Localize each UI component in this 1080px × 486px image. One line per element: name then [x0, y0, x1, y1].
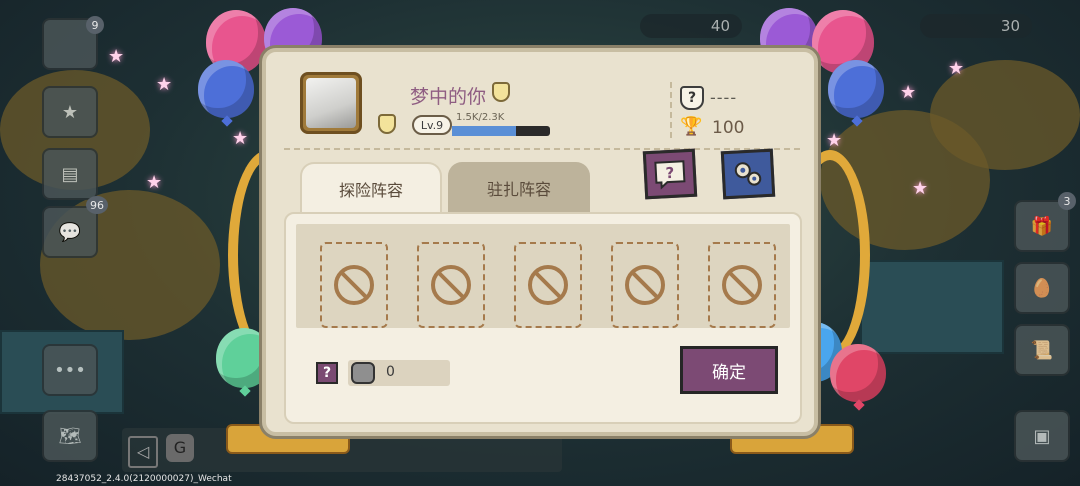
gears-icon — [734, 162, 762, 186]
balloon-red — [830, 344, 886, 402]
book-icon: ▤ — [61, 163, 79, 185]
avatar-badge-count: 9 — [91, 18, 99, 32]
chat-button[interactable]: 💬 — [42, 206, 98, 258]
lineup-panel: ? 0 确定 — [284, 212, 802, 424]
power-value: 0 — [386, 364, 395, 380]
power-display: 0 — [348, 360, 450, 386]
player-avatar[interactable] — [300, 72, 362, 134]
xp-text: 1.5K/2.3K — [456, 112, 505, 123]
tab-expedition-lineup[interactable]: 探险阵容 — [300, 162, 442, 214]
confirm-button[interactable]: 确定 — [680, 346, 778, 394]
avatar-portrait — [306, 78, 356, 128]
more-button[interactable]: ••• — [42, 344, 98, 396]
level-pill: Lv.9 — [412, 115, 452, 135]
guild-icon: G — [166, 434, 194, 462]
chat-icon: 💬 — [58, 221, 82, 243]
trophy-icon: 🏆 — [680, 116, 703, 137]
balloon-blue — [198, 60, 254, 118]
empty-slot-icon — [334, 265, 374, 305]
fist-icon — [351, 362, 375, 384]
chat-badge: 96 — [86, 196, 108, 214]
question-mark-icon: ? — [654, 160, 686, 190]
scroll-icon: 📜 — [1030, 339, 1054, 361]
hero-slot-2[interactable] — [417, 242, 485, 328]
star-light: ★ — [146, 172, 163, 193]
star-light: ★ — [232, 128, 249, 149]
title-badge-icon — [492, 82, 510, 102]
star-light: ★ — [108, 46, 125, 67]
chest-icon: ▣ — [1033, 425, 1051, 447]
egg-button[interactable]: 🥚 — [1014, 262, 1070, 314]
svg-text:?: ? — [665, 164, 675, 182]
help-button[interactable]: ? — [642, 148, 698, 200]
top-counter-right: 30 — [920, 14, 1032, 38]
chat-badge-count: 96 — [90, 198, 104, 212]
map-button[interactable]: 🗺 — [42, 410, 98, 462]
star-light: ★ — [900, 82, 917, 103]
star-light: ★ — [948, 58, 965, 79]
hero-slot-1[interactable] — [320, 242, 388, 328]
hero-slot-3[interactable] — [514, 242, 582, 328]
star-icon: ★ — [61, 101, 79, 123]
hero-slot-4[interactable] — [611, 242, 679, 328]
player-name: 梦中的你 — [410, 86, 487, 108]
section-divider — [284, 148, 800, 150]
rank-badge-icon — [378, 114, 396, 134]
ellipsis-icon: ••• — [54, 359, 86, 381]
gift-badge: 3 — [1058, 192, 1076, 210]
trophy-count: 100 — [712, 118, 745, 138]
version-text: 28437052_2.4.0(2120000027)_Wechat — [56, 474, 232, 484]
top-counter-right-value: 30 — [1000, 17, 1020, 35]
tab-garrison-lineup[interactable]: 驻扎阵容 — [448, 162, 590, 214]
empty-slot-icon — [528, 265, 568, 305]
scroll-button[interactable]: 📜 — [1014, 324, 1070, 376]
header-divider — [670, 82, 672, 138]
avatar-badge: 9 — [86, 16, 104, 34]
book-button[interactable]: ▤ — [42, 148, 98, 200]
star-light: ★ — [826, 130, 843, 151]
empty-slot-icon — [722, 265, 762, 305]
rank-icon: ? — [680, 86, 704, 110]
rank-text: ---- — [710, 88, 738, 107]
star-button[interactable]: ★ — [42, 86, 98, 138]
map-icon: 🗺 — [58, 425, 82, 447]
gift-badge-count: 3 — [1063, 194, 1071, 208]
slot-strip — [296, 224, 790, 328]
balloon-blue — [828, 60, 884, 118]
chest-button[interactable]: ▣ — [1014, 410, 1070, 462]
arrow-left-icon[interactable]: ◁ — [128, 436, 158, 468]
power-help-button[interactable]: ? — [316, 362, 338, 384]
formation-dialog: 梦中的你 Lv.9 1.5K/2.3K ? ---- 🏆 100 探险阵容 驻扎… — [262, 48, 818, 436]
gift-icon: 🎁 — [1030, 215, 1054, 237]
xp-bar — [452, 126, 550, 136]
star-light: ★ — [912, 178, 929, 199]
hero-slot-5[interactable] — [708, 242, 776, 328]
settings-button[interactable] — [720, 148, 776, 200]
xp-bar-fill — [452, 126, 516, 136]
top-counter-left: 40 — [640, 14, 742, 38]
egg-icon: 🥚 — [1030, 277, 1054, 299]
empty-slot-icon — [431, 265, 471, 305]
top-counter-left-value: 40 — [710, 17, 730, 35]
map-tile — [860, 260, 1004, 354]
star-light: ★ — [156, 74, 173, 95]
empty-slot-icon — [625, 265, 665, 305]
